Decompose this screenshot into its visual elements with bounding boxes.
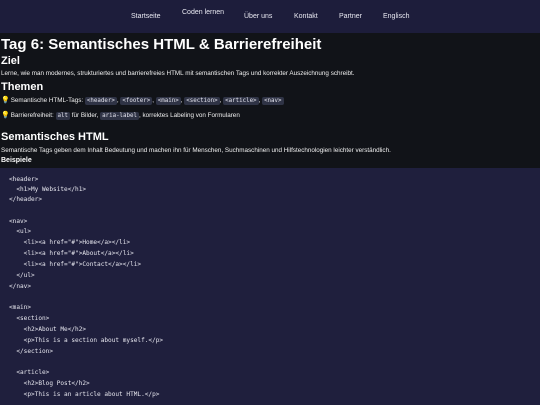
- code-line: </section>: [9, 348, 54, 355]
- goal-heading: Ziel: [1, 55, 20, 67]
- topic1-label: Semantische HTML-Tags:: [10, 97, 84, 104]
- nav-startseite[interactable]: Startseite: [131, 12, 161, 21]
- code-line: <li><a href="#">Contact</a></li>: [9, 261, 142, 268]
- code-line: <h1>My Website</h1>: [9, 186, 87, 193]
- lightbulb-icon: 💡: [1, 112, 10, 119]
- code-line: <section>: [9, 315, 50, 322]
- tag-header: <header>: [84, 97, 117, 105]
- code-line: <li><a href="#">About</a></li>: [9, 250, 134, 257]
- code-line: <ul>: [9, 228, 32, 235]
- code-alt: alt: [55, 112, 70, 120]
- nav-partner[interactable]: Partner: [339, 12, 362, 21]
- lightbulb-icon: 💡: [1, 97, 10, 104]
- code-line: <nav>: [9, 218, 28, 225]
- code-line: <main>: [9, 304, 32, 311]
- code-line: <p>This is an article about HTML.</p>: [9, 391, 160, 398]
- topics-heading: Themen: [1, 81, 44, 93]
- tag-footer: <footer>: [120, 97, 153, 105]
- top-navigation: Startseite Coden lernen Über uns Kontakt…: [0, 0, 540, 33]
- code-line: </nav>: [9, 283, 32, 290]
- tag-article: <article>: [223, 97, 259, 105]
- main-content: Tag 6: Semantisches HTML & Barrierefreih…: [0, 33, 540, 168]
- code-line: <p>This is a section about myself.</p>: [9, 337, 164, 344]
- code-line: <h2>Blog Post</h2>: [9, 380, 90, 387]
- topic2-label: Barrierefreiheit:: [10, 112, 54, 119]
- code-example-block: <header> <h1>My Website</h1> </header> <…: [0, 168, 540, 405]
- tag-main: <main>: [155, 97, 181, 105]
- nav-ueber-uns[interactable]: Über uns: [244, 12, 272, 21]
- semantic-heading: Semantisches HTML: [1, 131, 109, 143]
- tag-nav: <nav>: [262, 97, 284, 105]
- topic2-text2: , korrektes Labeling von Formularen: [139, 112, 240, 119]
- topic-accessibility: 💡Barrierefreiheit: alt für Bilder, aria-…: [1, 111, 240, 120]
- nav-kontakt[interactable]: Kontakt: [294, 12, 318, 21]
- topic2-text1: für Bilder,: [71, 112, 99, 119]
- code-line: <header>: [9, 176, 39, 183]
- code-line: <article>: [9, 369, 50, 376]
- nav-coden-lernen[interactable]: Coden lernen: [182, 8, 224, 17]
- code-line: </ul>: [9, 272, 35, 279]
- topic-semantic-tags: 💡Semantische HTML-Tags: <header>, <foote…: [1, 97, 284, 105]
- goal-text: Lerne, wie man modernes, strukturiertes …: [1, 70, 355, 77]
- semantic-text: Semantische Tags geben dem Inhalt Bedeut…: [1, 147, 391, 154]
- nav-englisch[interactable]: Englisch: [383, 12, 409, 21]
- code-line: <h2>About Me</h2>: [9, 326, 87, 333]
- code-line: </header>: [9, 196, 43, 203]
- code-line: <li><a href="#">Home</a></li>: [9, 239, 131, 246]
- examples-heading: Beispiele: [1, 157, 32, 164]
- tag-section: <section>: [184, 97, 220, 105]
- page-title: Tag 6: Semantisches HTML & Barrierefreih…: [1, 36, 322, 53]
- code-aria-label: aria-label: [100, 112, 140, 120]
